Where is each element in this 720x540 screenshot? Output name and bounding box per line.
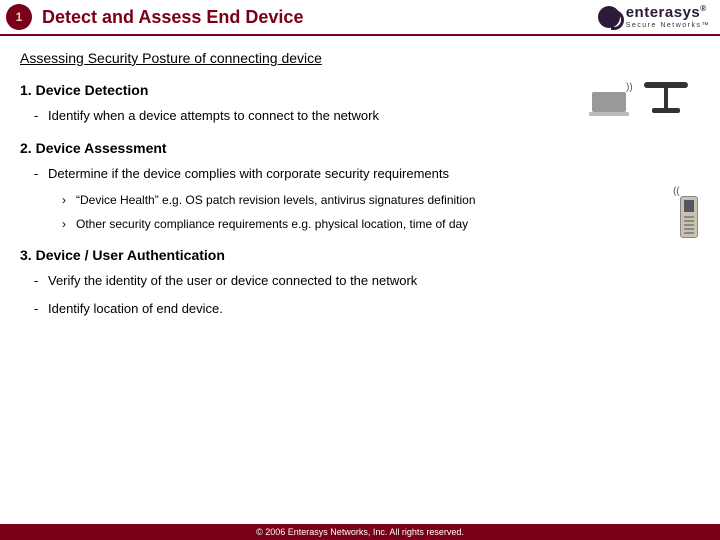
section-device-user-auth: 3. Device / User Authentication Verify t… xyxy=(20,247,700,318)
bullet: Identify location of end device. xyxy=(20,299,700,319)
table-icon xyxy=(640,82,692,118)
wifi-signal-icon: )) xyxy=(673,186,680,197)
slide: 1 Detect and Assess End Device enterasys… xyxy=(0,0,720,540)
slide-number-badge: 1 xyxy=(6,4,32,30)
brand-tagline: Secure Networks™ xyxy=(626,22,710,29)
wifi-signal-icon: )) xyxy=(626,82,633,93)
subtitle: Assessing Security Posture of connecting… xyxy=(20,50,700,66)
brand-logo: enterasys® Secure Networks™ xyxy=(598,5,710,29)
brand-logo-text: enterasys® Secure Networks™ xyxy=(626,5,710,29)
slide-title: Detect and Assess End Device xyxy=(42,7,598,28)
brand-name: enterasys® xyxy=(626,5,710,20)
bullet: Verify the identity of the user or devic… xyxy=(20,271,700,291)
mobile-phone-icon xyxy=(680,196,698,238)
brand-logo-icon xyxy=(598,6,620,28)
section-heading: 3. Device / User Authentication xyxy=(20,247,700,263)
laptop-icon xyxy=(592,92,626,112)
network-devices-illustration: )) )) xyxy=(592,76,702,246)
slide-footer: © 2006 Enterasys Networks, Inc. All righ… xyxy=(0,524,720,540)
slide-header: 1 Detect and Assess End Device enterasys… xyxy=(0,0,720,36)
slide-body: Assessing Security Posture of connecting… xyxy=(0,36,720,524)
